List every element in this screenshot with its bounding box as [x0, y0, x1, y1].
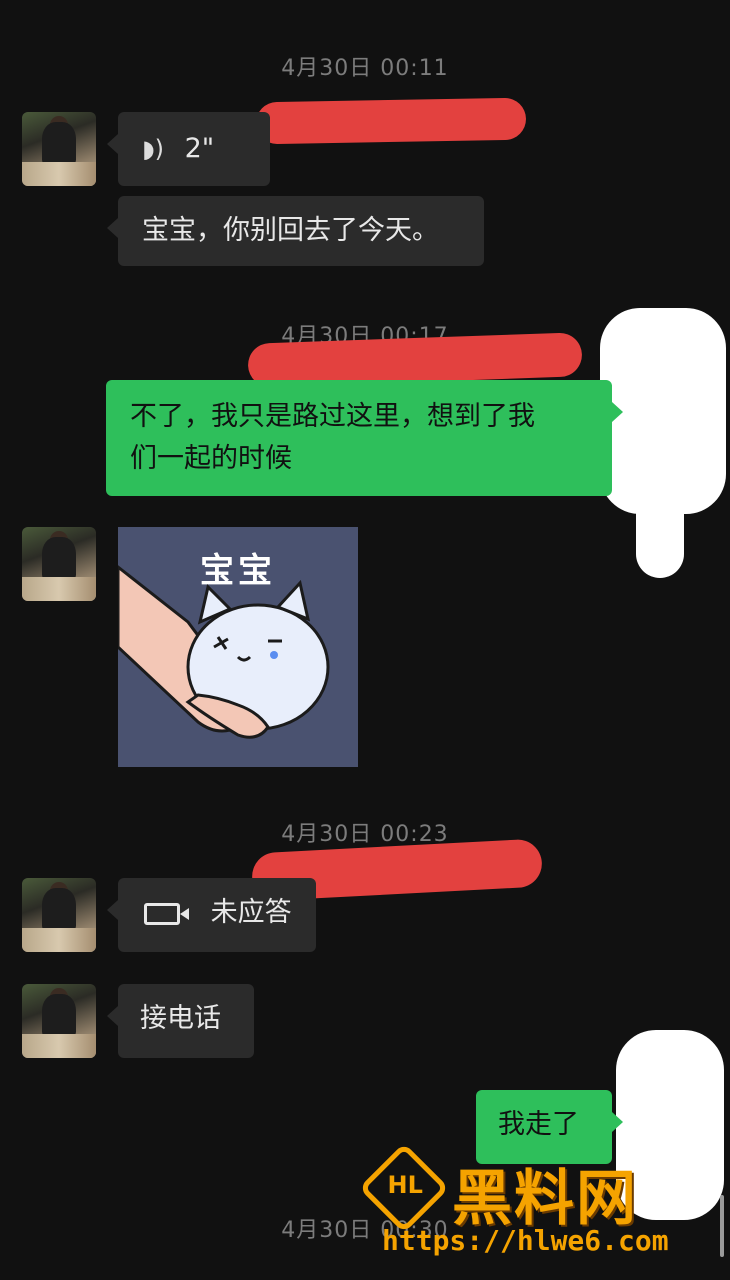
message-text-line: 们一起的时候	[130, 443, 292, 474]
watermark-url: https://hlwe6.com	[382, 1224, 669, 1257]
site-watermark: HL 黑料网 https://hlwe6.com	[358, 1142, 692, 1260]
timestamp: 4月30日 00:11	[281, 56, 449, 81]
video-call-icon	[144, 902, 189, 925]
message-bubble[interactable]: 宝宝，你别回去了今天。	[107, 196, 484, 266]
call-status: 未应答	[210, 897, 292, 928]
watermark-logo: HL	[358, 1142, 450, 1234]
white-scribble	[636, 470, 684, 578]
video-call-bubble[interactable]: 未应答	[107, 878, 316, 952]
outgoing-message-bubble[interactable]: 不了，我只是路过这里，想到了我 们一起的时候	[106, 380, 623, 496]
message-text: 我走了	[498, 1109, 579, 1140]
redaction-mark	[255, 97, 527, 145]
contact-avatar[interactable]	[22, 984, 96, 1058]
contact-avatar[interactable]	[22, 112, 96, 186]
contact-avatar[interactable]	[22, 527, 96, 601]
sticker-drawing	[118, 565, 330, 739]
contact-avatar[interactable]	[22, 878, 96, 952]
message-bubble[interactable]: 接电话	[107, 984, 254, 1058]
sticker-image[interactable]: 宝宝	[118, 527, 358, 767]
message-text: 接电话	[140, 1003, 221, 1034]
voice-message-bubble[interactable]: ◗) 2"	[107, 112, 270, 186]
voice-icon: ◗)	[142, 135, 165, 163]
message-text: 宝宝，你别回去了今天。	[142, 215, 439, 246]
scrollbar[interactable]	[720, 1195, 724, 1257]
timestamp: 4月30日 00:23	[281, 822, 449, 847]
voice-duration: 2"	[184, 133, 215, 164]
message-text-line: 不了，我只是路过这里，想到了我	[130, 401, 535, 432]
